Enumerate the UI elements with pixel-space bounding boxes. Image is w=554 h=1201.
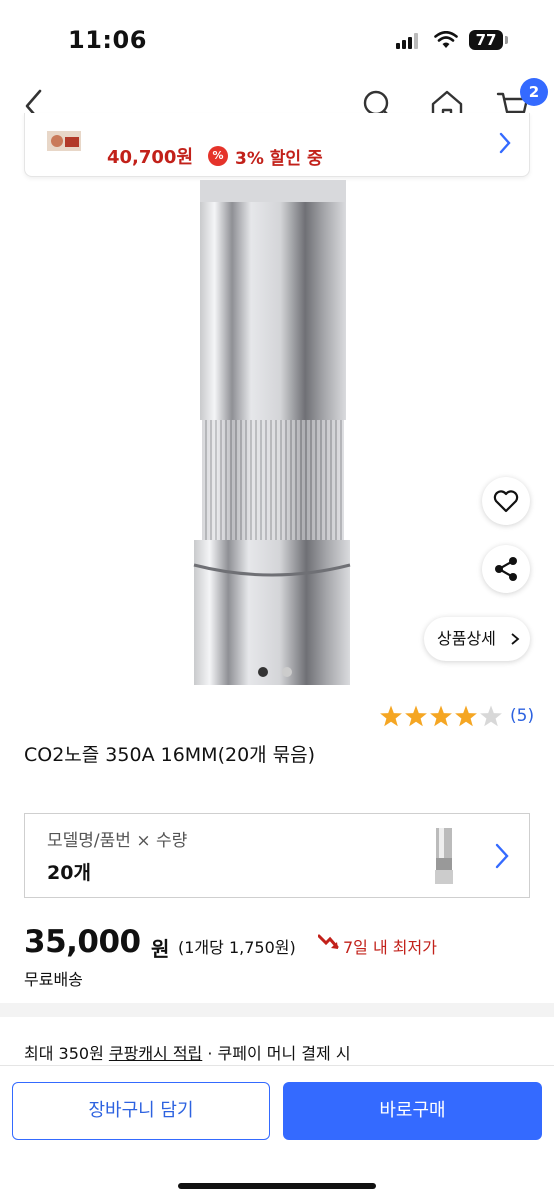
option-label: 모델명/품번 × 수량 (47, 831, 188, 851)
coupang-cash-link[interactable]: 쿠팡캐시 적립 (109, 1044, 202, 1063)
chevron-right-icon (495, 843, 509, 869)
product-image[interactable] (190, 180, 360, 685)
section-divider (0, 1003, 554, 1017)
pagination-dot-active[interactable] (258, 667, 268, 677)
option-selector[interactable]: 모델명/품번 × 수량 20개 (24, 813, 530, 898)
price-currency: 원 (151, 937, 170, 961)
battery-tip (505, 36, 508, 44)
signal-icon (396, 33, 418, 49)
chevron-right-icon (499, 132, 511, 154)
home-indicator (178, 1183, 376, 1189)
heart-icon (493, 490, 519, 513)
product-title: CO2노즐 350A 16MM(20개 묶음) (24, 744, 316, 766)
product-detail-label: 상품상세 (437, 629, 496, 648)
cash-note-prefix: 최대 350원 (24, 1044, 109, 1063)
wifi-icon (434, 31, 458, 48)
unit-price: (1개당 1,750원) (178, 938, 296, 957)
promo-discount: 3% 할인 중 (235, 149, 323, 169)
battery-icon: 77 (469, 30, 503, 50)
star-empty-icon (480, 705, 502, 727)
shipping-info: 무료배송 (24, 970, 83, 989)
share-button[interactable] (482, 545, 530, 593)
promo-banner[interactable]: 40,700원 % 3% 할인 중 (24, 113, 530, 177)
sale-price: 35,000 (24, 924, 141, 960)
cash-reward-note: 최대 350원 쿠팡캐시 적립 · 쿠페이 머니 결제 시 (24, 1040, 351, 1064)
star-filled-icon (430, 705, 452, 727)
star-filled-icon (455, 705, 477, 727)
promo-price: 40,700원 (107, 147, 194, 168)
pagination-dot[interactable] (282, 667, 292, 677)
star-rating (380, 705, 502, 727)
status-time: 11:06 (68, 26, 147, 54)
cart-count-badge: 2 (520, 78, 548, 106)
wishlist-button[interactable] (482, 477, 530, 525)
option-thumbnail (435, 828, 453, 884)
status-bar: 11:06 77 (0, 0, 554, 80)
promo-thumbnail (47, 131, 81, 151)
review-count[interactable]: (5) (510, 706, 534, 726)
add-to-cart-button[interactable]: 장바구니 담기 (12, 1082, 270, 1140)
chevron-right-icon (511, 633, 520, 645)
option-value: 20개 (47, 862, 91, 884)
star-filled-icon (405, 705, 427, 727)
product-detail-button[interactable]: 상품상세 (424, 617, 530, 661)
lowest-price-badge: 7일 내 최저가 (343, 938, 437, 957)
percent-icon: % (208, 146, 228, 166)
share-icon (495, 557, 517, 581)
bottom-action-bar: 장바구니 담기 바로구매 (0, 1065, 554, 1201)
star-filled-icon (380, 705, 402, 727)
lowest-price-icon (318, 934, 339, 949)
buy-now-button[interactable]: 바로구매 (283, 1082, 542, 1140)
cash-note-suffix: · 쿠페이 머니 결제 시 (202, 1044, 351, 1063)
